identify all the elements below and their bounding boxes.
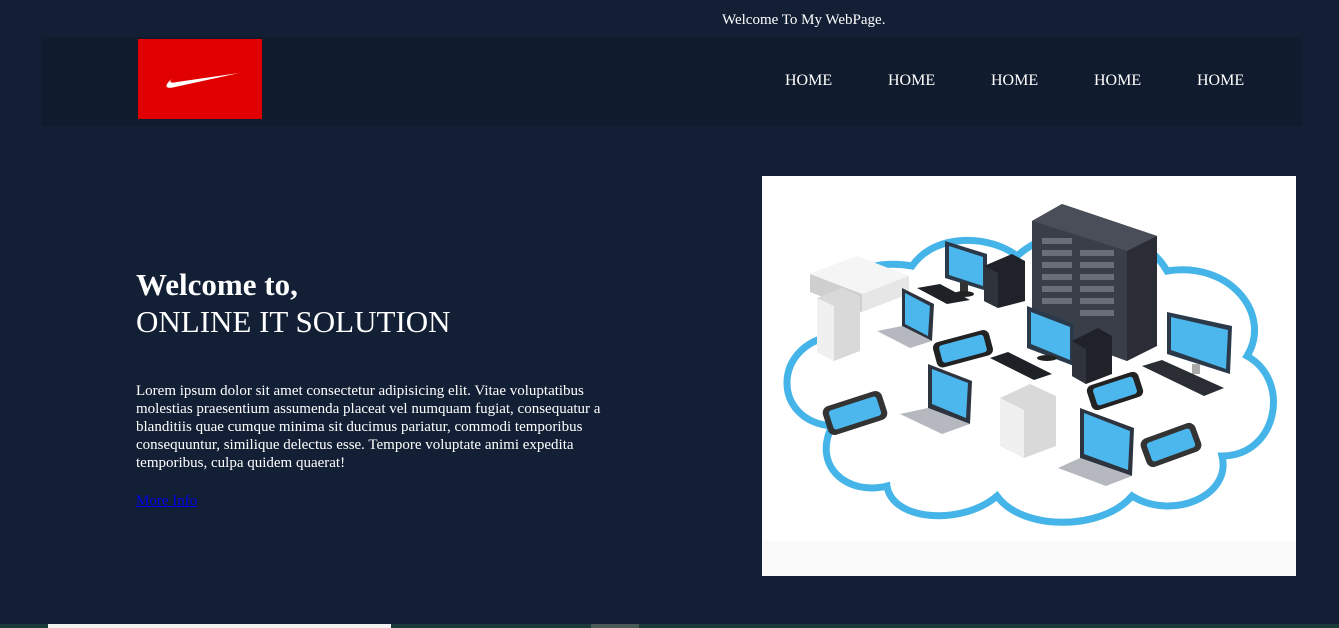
- nav-item-home-3[interactable]: HOME: [991, 72, 1038, 90]
- white-tower: [1000, 384, 1056, 458]
- more-info-link[interactable]: More Info: [136, 492, 197, 510]
- hero-subtitle: ONLINE IT SOLUTION: [136, 304, 451, 339]
- hero-title: Welcome to,: [136, 267, 298, 302]
- swoosh-logo-icon: [166, 73, 239, 88]
- bottom-strip: [0, 624, 1339, 628]
- nav-item-home-4[interactable]: HOME: [1094, 72, 1141, 90]
- nav-item-home-2[interactable]: HOME: [888, 72, 935, 90]
- bottom-strip-segment: [591, 624, 639, 628]
- navbar: HOME HOME HOME HOME HOME: [41, 37, 1302, 126]
- top-bar: Welcome To My WebPage.: [0, 0, 1339, 37]
- hero-image: [762, 176, 1296, 576]
- welcome-text: Welcome To My WebPage.: [722, 12, 886, 28]
- white-tower: [817, 288, 860, 361]
- logo[interactable]: [138, 39, 262, 119]
- nav-item-home-1[interactable]: HOME: [785, 72, 832, 90]
- bottom-strip-segment: [48, 624, 391, 628]
- cloud-network-illustration-icon: [762, 204, 1296, 576]
- hero-description: Lorem ipsum dolor sit amet consectetur a…: [136, 383, 601, 471]
- nav-item-home-5[interactable]: HOME: [1197, 72, 1244, 90]
